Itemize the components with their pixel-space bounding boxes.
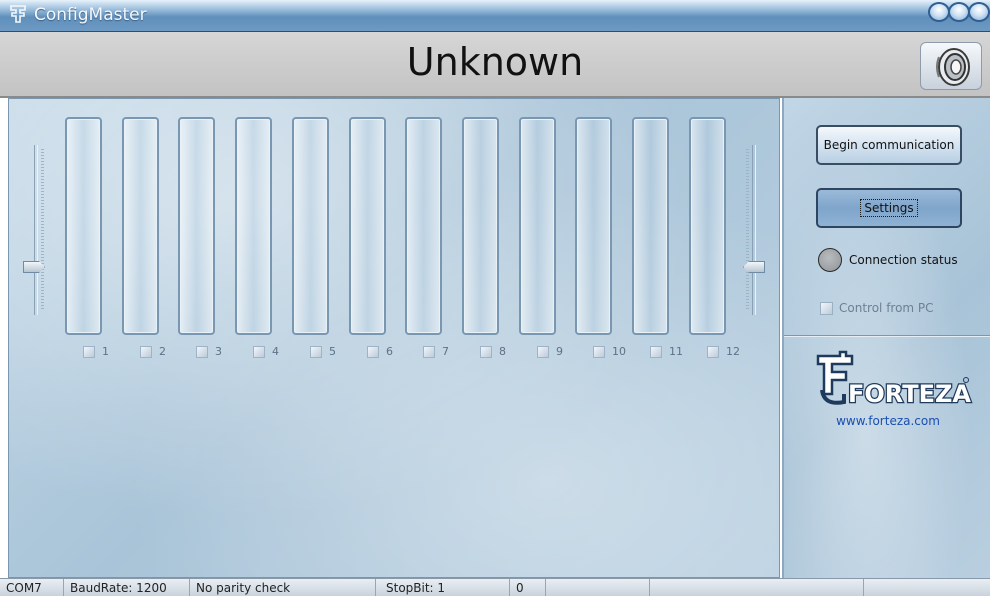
checkbox-icon xyxy=(820,301,833,315)
status-cell-empty-2 xyxy=(650,579,864,596)
channel-checkbox-6[interactable]: 6 xyxy=(367,345,393,358)
channel-bar-3 xyxy=(178,117,215,335)
channel-label: 10 xyxy=(612,345,626,358)
checkbox-icon xyxy=(253,345,265,358)
channel-label: 3 xyxy=(215,345,222,358)
speaker-icon xyxy=(936,48,970,86)
channels-panel: 1 2 3 4 5 6 7 8 9 10 11 12 xyxy=(8,98,780,578)
window-title: ConfigMaster xyxy=(34,5,147,25)
channel-label: 6 xyxy=(386,345,393,358)
begin-communication-button[interactable]: Begin communication xyxy=(816,125,962,165)
status-count: 0 xyxy=(510,579,546,596)
channel-bar-9 xyxy=(519,117,556,335)
connection-status: Connection status xyxy=(818,248,958,272)
channel-checkbox-12[interactable]: 12 xyxy=(707,345,740,358)
channel-checkbox-7[interactable]: 7 xyxy=(423,345,449,358)
right-level-slider[interactable] xyxy=(743,145,765,315)
title-bar: ConfigMaster xyxy=(0,0,990,32)
checkbox-icon xyxy=(140,345,152,358)
channel-label: 8 xyxy=(499,345,506,358)
channel-bar-7 xyxy=(405,117,442,335)
connection-led-icon xyxy=(818,248,842,272)
maximize-button[interactable] xyxy=(948,2,970,22)
checkbox-icon xyxy=(537,345,549,358)
left-level-slider[interactable] xyxy=(23,145,45,315)
channel-bar-12 xyxy=(689,117,726,335)
channel-checkbox-1[interactable]: 1 xyxy=(83,345,109,358)
channel-checkbox-4[interactable]: 4 xyxy=(253,345,279,358)
channel-checkbox-3[interactable]: 3 xyxy=(196,345,222,358)
control-from-pc-label: Control from PC xyxy=(839,301,934,315)
channel-bar-1 xyxy=(65,117,102,335)
checkbox-icon xyxy=(707,345,719,358)
channel-label: 7 xyxy=(442,345,449,358)
checkbox-icon xyxy=(196,345,208,358)
status-baudrate: BaudRate: 1200 xyxy=(64,579,190,596)
channel-bar-11 xyxy=(632,117,669,335)
channel-label: 9 xyxy=(556,345,563,358)
channel-checkbox-10[interactable]: 10 xyxy=(593,345,626,358)
channel-bar-4 xyxy=(235,117,272,335)
svg-text:FORTEZA: FORTEZA xyxy=(848,380,971,408)
channel-bars: 1 2 3 4 5 6 7 8 9 10 11 12 xyxy=(65,117,740,387)
divider xyxy=(784,335,990,337)
channel-checkbox-9[interactable]: 9 xyxy=(537,345,563,358)
channel-checkbox-8[interactable]: 8 xyxy=(480,345,506,358)
channel-label: 12 xyxy=(726,345,740,358)
channel-checkbox-2[interactable]: 2 xyxy=(140,345,166,358)
channel-label: 5 xyxy=(329,345,336,358)
status-parity: No parity check xyxy=(190,579,376,596)
app-icon xyxy=(10,5,26,23)
status-bar: COM7 BaudRate: 1200 No parity check Stop… xyxy=(0,578,990,596)
header-bar: Unknown xyxy=(0,32,990,98)
channel-bar-2 xyxy=(122,117,159,335)
device-title: Unknown xyxy=(406,40,584,84)
control-panel: Begin communication Settings Connection … xyxy=(782,98,990,578)
channel-bar-5 xyxy=(292,117,329,335)
channel-label: 2 xyxy=(159,345,166,358)
window-controls xyxy=(928,2,990,22)
status-cell-empty-3 xyxy=(864,579,990,596)
channel-label: 4 xyxy=(272,345,279,358)
channel-checkbox-11[interactable]: 11 xyxy=(650,345,683,358)
forteza-logo: FORTEZA xyxy=(816,350,973,409)
minimize-button[interactable] xyxy=(928,2,950,22)
control-from-pc-checkbox[interactable]: Control from PC xyxy=(820,301,934,315)
connection-status-label: Connection status xyxy=(849,253,958,267)
checkbox-icon xyxy=(593,345,605,358)
channel-bar-10 xyxy=(575,117,612,335)
checkbox-icon xyxy=(367,345,379,358)
speaker-button[interactable] xyxy=(920,42,982,90)
channel-bar-8 xyxy=(462,117,499,335)
checkbox-icon xyxy=(480,345,492,358)
checkbox-icon xyxy=(83,345,95,358)
checkbox-icon xyxy=(310,345,322,358)
settings-button[interactable]: Settings xyxy=(816,188,962,228)
close-button[interactable] xyxy=(968,2,990,22)
begin-communication-label: Begin communication xyxy=(823,138,955,152)
checkbox-icon xyxy=(423,345,435,358)
channel-label: 1 xyxy=(102,345,109,358)
checkbox-icon xyxy=(650,345,662,358)
channel-label: 11 xyxy=(669,345,683,358)
status-stopbit: StopBit: 1 xyxy=(376,579,510,596)
channel-checkbox-5[interactable]: 5 xyxy=(310,345,336,358)
status-cell-empty-1 xyxy=(546,579,650,596)
channel-bar-6 xyxy=(349,117,386,335)
status-port: COM7 xyxy=(0,579,64,596)
settings-label: Settings xyxy=(860,199,918,217)
forteza-link[interactable]: www.forteza.com xyxy=(784,414,990,428)
